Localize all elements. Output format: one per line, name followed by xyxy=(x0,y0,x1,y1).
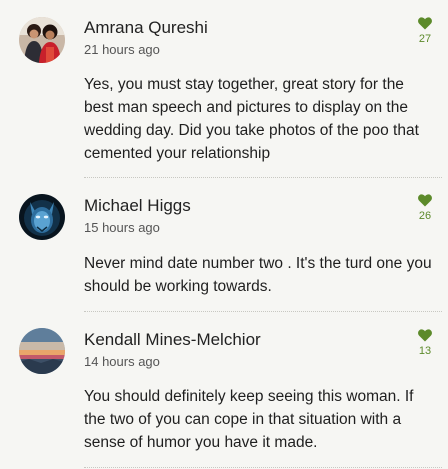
timestamp: 21 hours ago xyxy=(84,42,160,57)
like-button[interactable]: 26 xyxy=(412,194,438,222)
heart-icon xyxy=(418,329,432,342)
comment-divider xyxy=(84,177,442,178)
author-name[interactable]: Michael Higgs xyxy=(84,196,191,216)
avatar[interactable] xyxy=(19,17,65,63)
comment-divider xyxy=(84,311,442,312)
comment-text: Yes, you must stay together, great story… xyxy=(84,76,419,162)
timestamp: 14 hours ago xyxy=(84,354,160,369)
blue-creature-avatar-icon xyxy=(19,194,65,240)
like-button[interactable]: 13 xyxy=(412,329,438,357)
heart-icon xyxy=(418,194,432,207)
avatar[interactable] xyxy=(19,194,65,240)
comment-text: You should definitely keep seeing this w… xyxy=(84,388,414,451)
timestamp: 15 hours ago xyxy=(84,220,160,235)
comment-list: Amrana Qureshi 21 hours ago 27 Yes, you … xyxy=(0,0,448,469)
author-name[interactable]: Amrana Qureshi xyxy=(84,18,208,38)
avatar[interactable] xyxy=(19,328,65,374)
comment-divider xyxy=(84,467,442,468)
author-name[interactable]: Kendall Mines-Melchior xyxy=(84,330,261,350)
comment-text: Never mind date number two . It's the tu… xyxy=(84,255,432,295)
like-button[interactable]: 27 xyxy=(412,17,438,45)
couple-photo-avatar-icon xyxy=(19,17,65,63)
heart-icon xyxy=(418,17,432,30)
like-count: 13 xyxy=(418,345,432,357)
like-count: 26 xyxy=(418,210,432,222)
sunset-landscape-avatar-icon xyxy=(19,328,65,374)
like-count: 27 xyxy=(418,33,432,45)
